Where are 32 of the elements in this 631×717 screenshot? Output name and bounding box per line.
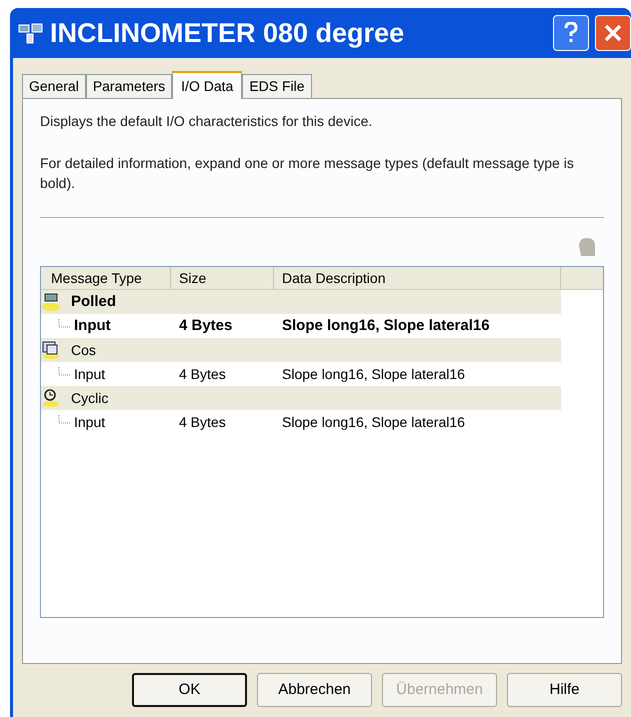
help-button[interactable]: [553, 15, 589, 51]
dialog-button[interactable]: OK: [132, 673, 247, 707]
description-cell-text: Slope long16, Slope lateral16: [281, 412, 465, 432]
column-header[interactable]: Message Type: [41, 267, 171, 289]
close-icon: [603, 23, 623, 43]
close-button[interactable]: [595, 15, 631, 51]
disabled-tool-icon: [576, 236, 598, 258]
tab[interactable]: EDS File: [242, 74, 312, 98]
dialog-button[interactable]: Hilfe: [507, 673, 622, 707]
message-type-label[interactable]: Polled: [71, 290, 116, 314]
window-title: INCLINOMETER 080 degree: [50, 16, 406, 50]
size-cell-text: 4 Bytes: [178, 316, 234, 336]
column-header[interactable]: Data Description: [274, 267, 561, 289]
intro-text: Displays the default I/O characteristics for this device.: [40, 112, 374, 131]
description-cell-text: Slope long16, Slope lateral16: [281, 364, 465, 384]
message-type-label[interactable]: Cyclic: [71, 388, 108, 408]
message-name-cell-text: Input: [74, 364, 106, 384]
dialog-button[interactable]: Abbrechen: [257, 673, 372, 707]
message-name-cell-text: Input: [74, 412, 106, 432]
size-cell-text: 4 Bytes: [178, 364, 227, 384]
column-header[interactable]: Size: [171, 267, 274, 289]
tab[interactable]: I/O Data: [172, 71, 242, 99]
description-cell-text: Slope long16, Slope lateral16: [281, 316, 490, 336]
tab[interactable]: General: [22, 74, 86, 98]
tab[interactable]: Parameters: [86, 74, 172, 98]
network-device-icon: [18, 22, 44, 44]
size-cell-text: 4 Bytes: [178, 412, 227, 432]
message-type-label[interactable]: Cos: [71, 340, 96, 360]
polled-message-icon: [41, 292, 63, 312]
message-name-cell-text: Input: [74, 316, 111, 336]
question-mark-icon: [564, 22, 578, 44]
detail-text: For detailed information, expand one or more message types (default message type is bold).: [40, 154, 575, 193]
